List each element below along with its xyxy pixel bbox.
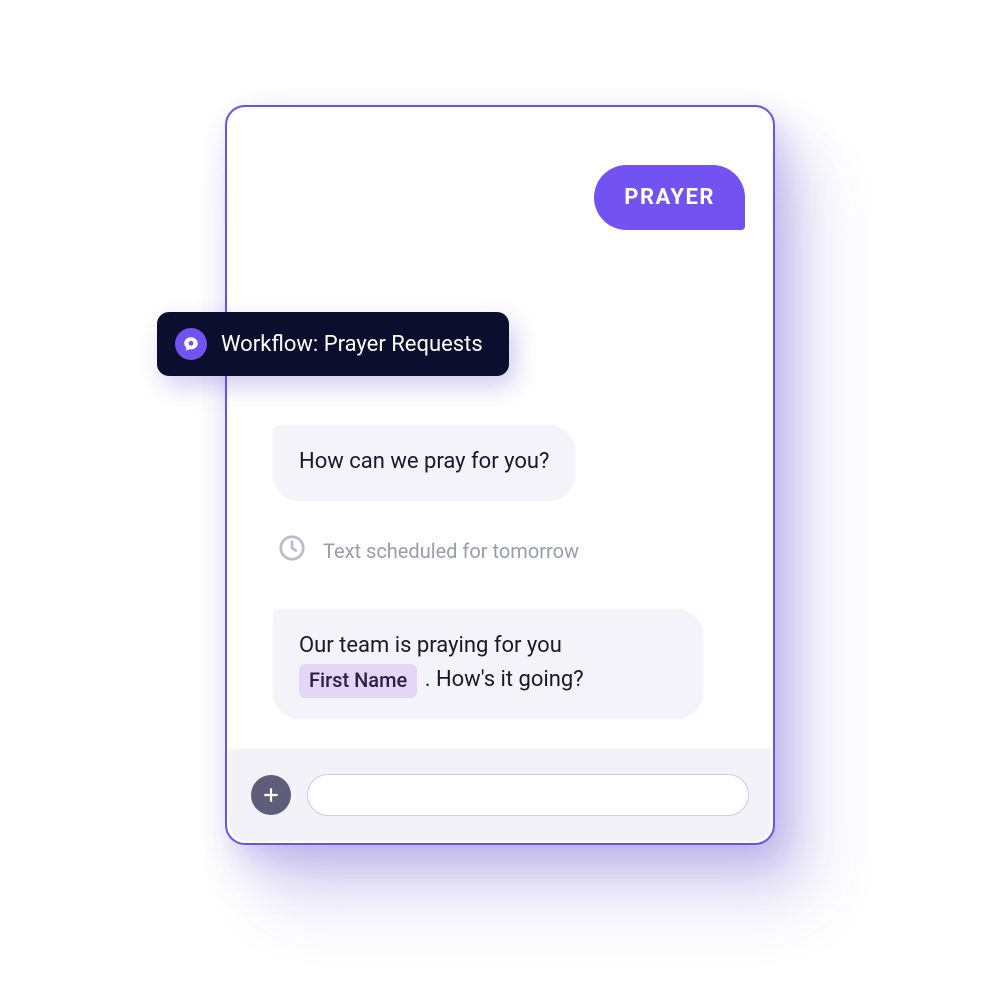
message-input[interactable]: [307, 774, 749, 816]
schedule-indicator: Text scheduled for tomorrow: [277, 533, 579, 568]
add-button[interactable]: [251, 775, 291, 815]
incoming-message-text-part2: . How's it going?: [425, 667, 584, 692]
workflow-chat-icon: [175, 328, 207, 360]
merge-field-token[interactable]: First Name: [299, 664, 417, 698]
incoming-message-text-part1: Our team is praying for you: [299, 633, 562, 658]
clock-icon: [277, 533, 307, 568]
merge-field-label: First Name: [309, 668, 407, 692]
incoming-message-text: How can we pray for you?: [299, 449, 549, 474]
incoming-message-bubble: How can we pray for you?: [273, 425, 575, 501]
chat-panel: PRAYER Workflow: Prayer Requests How can…: [225, 105, 775, 845]
workflow-badge[interactable]: Workflow: Prayer Requests: [157, 312, 509, 376]
incoming-message-bubble: Our team is praying for you First Name .…: [273, 609, 703, 719]
outgoing-message-text: PRAYER: [624, 185, 715, 210]
message-composer: [229, 749, 771, 841]
workflow-label: Workflow: Prayer Requests: [221, 332, 483, 357]
schedule-text: Text scheduled for tomorrow: [323, 539, 579, 563]
outgoing-message-bubble: PRAYER: [594, 165, 745, 230]
plus-icon: [261, 785, 281, 805]
